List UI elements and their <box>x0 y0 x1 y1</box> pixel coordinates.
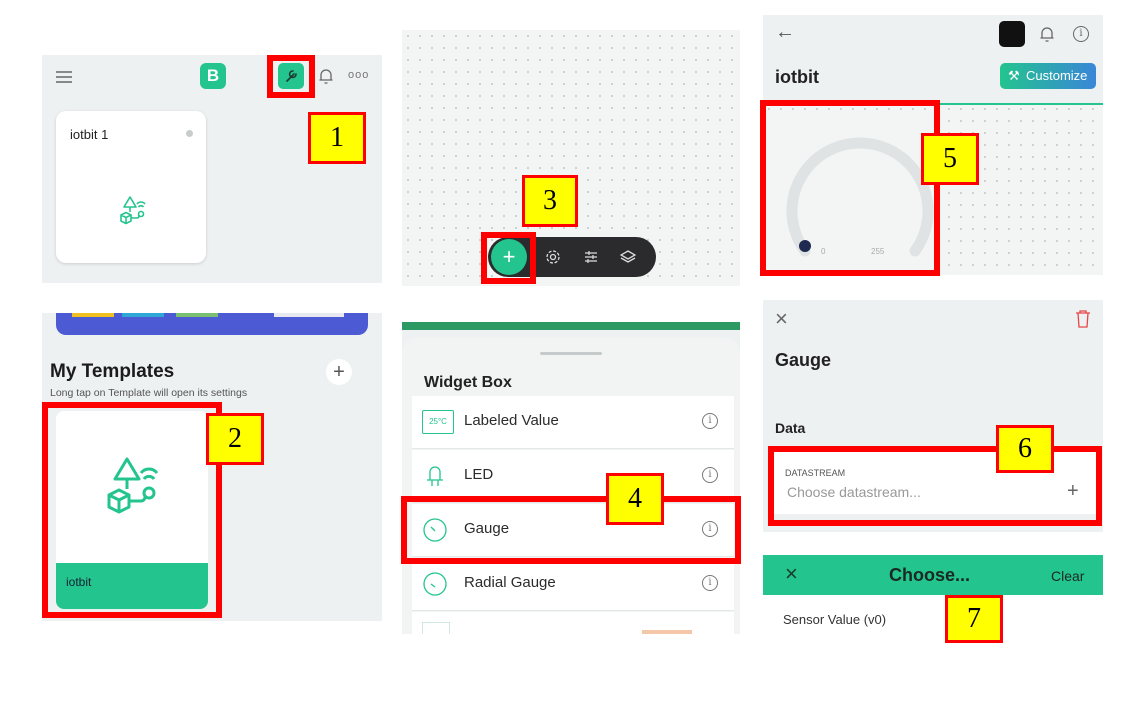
close-icon[interactable]: × <box>775 306 788 332</box>
widget-item-partial[interactable] <box>412 612 734 634</box>
section-heading: Data <box>775 420 806 436</box>
highlight-gauge-row <box>401 496 741 564</box>
bell-icon[interactable] <box>1039 25 1055 43</box>
step-label-3: 3 <box>522 175 578 227</box>
step-label-5: 5 <box>921 133 979 185</box>
app-logo: B <box>200 63 226 89</box>
step-label-7: 7 <box>945 595 1003 643</box>
customize-label: Customize <box>1026 68 1088 83</box>
info-icon[interactable]: i <box>702 575 718 591</box>
device-card-title: iotbit 1 <box>70 127 109 142</box>
add-template-button[interactable]: + <box>326 359 352 385</box>
widget-box-title: Widget Box <box>424 374 512 391</box>
bell-icon[interactable] <box>318 67 334 85</box>
device-card[interactable]: iotbit 1 <box>56 111 206 263</box>
settings-title: Gauge <box>775 350 832 370</box>
page-title: My Templates <box>50 361 175 382</box>
gear-icon[interactable] <box>545 249 561 265</box>
customize-button[interactable]: ⚒ Customize <box>1000 63 1096 89</box>
banner-thumb <box>274 313 344 317</box>
radial-gauge-icon <box>422 572 448 596</box>
choose-title: Choose... <box>889 565 971 585</box>
highlight-gauge-widget <box>760 100 940 276</box>
drag-handle[interactable] <box>540 352 602 355</box>
banner-thumb <box>72 313 114 317</box>
widget-label: Radial Gauge <box>464 574 556 591</box>
back-arrow-icon[interactable]: ← <box>775 21 795 44</box>
thermometer-value-icon: 25°C <box>422 410 454 434</box>
highlight-template <box>42 402 222 618</box>
banner-strip <box>56 313 368 335</box>
top-green-strip <box>402 322 740 330</box>
highlight-add-button <box>481 232 536 284</box>
banner-thumb <box>176 313 218 317</box>
dark-square-button[interactable] <box>999 21 1025 47</box>
status-dot <box>186 130 193 137</box>
page-subtitle: Long tap on Template will open its setti… <box>50 387 248 399</box>
step-label-1: 1 <box>308 112 366 164</box>
panel-canvas-toolbar: + <box>402 30 740 286</box>
led-icon <box>422 464 448 488</box>
step-label-2: 2 <box>206 413 264 465</box>
green-accent-line <box>923 103 1103 105</box>
hamburger-icon[interactable] <box>56 71 72 83</box>
step-label-4: 4 <box>606 473 664 525</box>
layers-icon[interactable] <box>620 249 636 265</box>
dashboard-title: iotbit <box>775 67 819 87</box>
banner-thumb <box>122 313 164 317</box>
partial-badge <box>642 630 692 634</box>
info-icon[interactable]: i <box>702 467 718 483</box>
more-options-icon[interactable]: ooo <box>348 69 369 81</box>
info-icon[interactable]: i <box>1073 26 1089 42</box>
close-icon[interactable]: × <box>785 561 798 587</box>
trash-icon[interactable] <box>1075 310 1091 328</box>
highlight-wrench <box>267 55 315 98</box>
clear-button[interactable]: Clear <box>1051 568 1084 584</box>
widget-label: Labeled Value <box>464 412 559 429</box>
magic-wand-icon: ⚒ <box>1008 68 1020 83</box>
sliders-icon[interactable] <box>583 249 599 265</box>
widget-label: LED <box>464 466 494 483</box>
choose-header: × Choose... Clear <box>763 555 1103 595</box>
widget-item-labeled-value[interactable]: 25°C Labeled Value i <box>412 396 734 449</box>
panel-widget-box: Widget Box 25°C Labeled Value i LED i Ga… <box>402 322 740 634</box>
panel-choose-datastream: × Choose... Clear Sensor Value (v0) <box>763 555 1103 645</box>
partial-icon <box>422 622 450 634</box>
device-template-icon <box>116 195 148 227</box>
datastream-option[interactable]: Sensor Value (v0) <box>783 612 886 627</box>
panel-device-list: B ooo iotbit 1 <box>42 55 382 283</box>
step-label-6: 6 <box>996 425 1054 473</box>
info-icon[interactable]: i <box>702 413 718 429</box>
widget-item-radial-gauge[interactable]: Radial Gauge i <box>412 558 734 611</box>
